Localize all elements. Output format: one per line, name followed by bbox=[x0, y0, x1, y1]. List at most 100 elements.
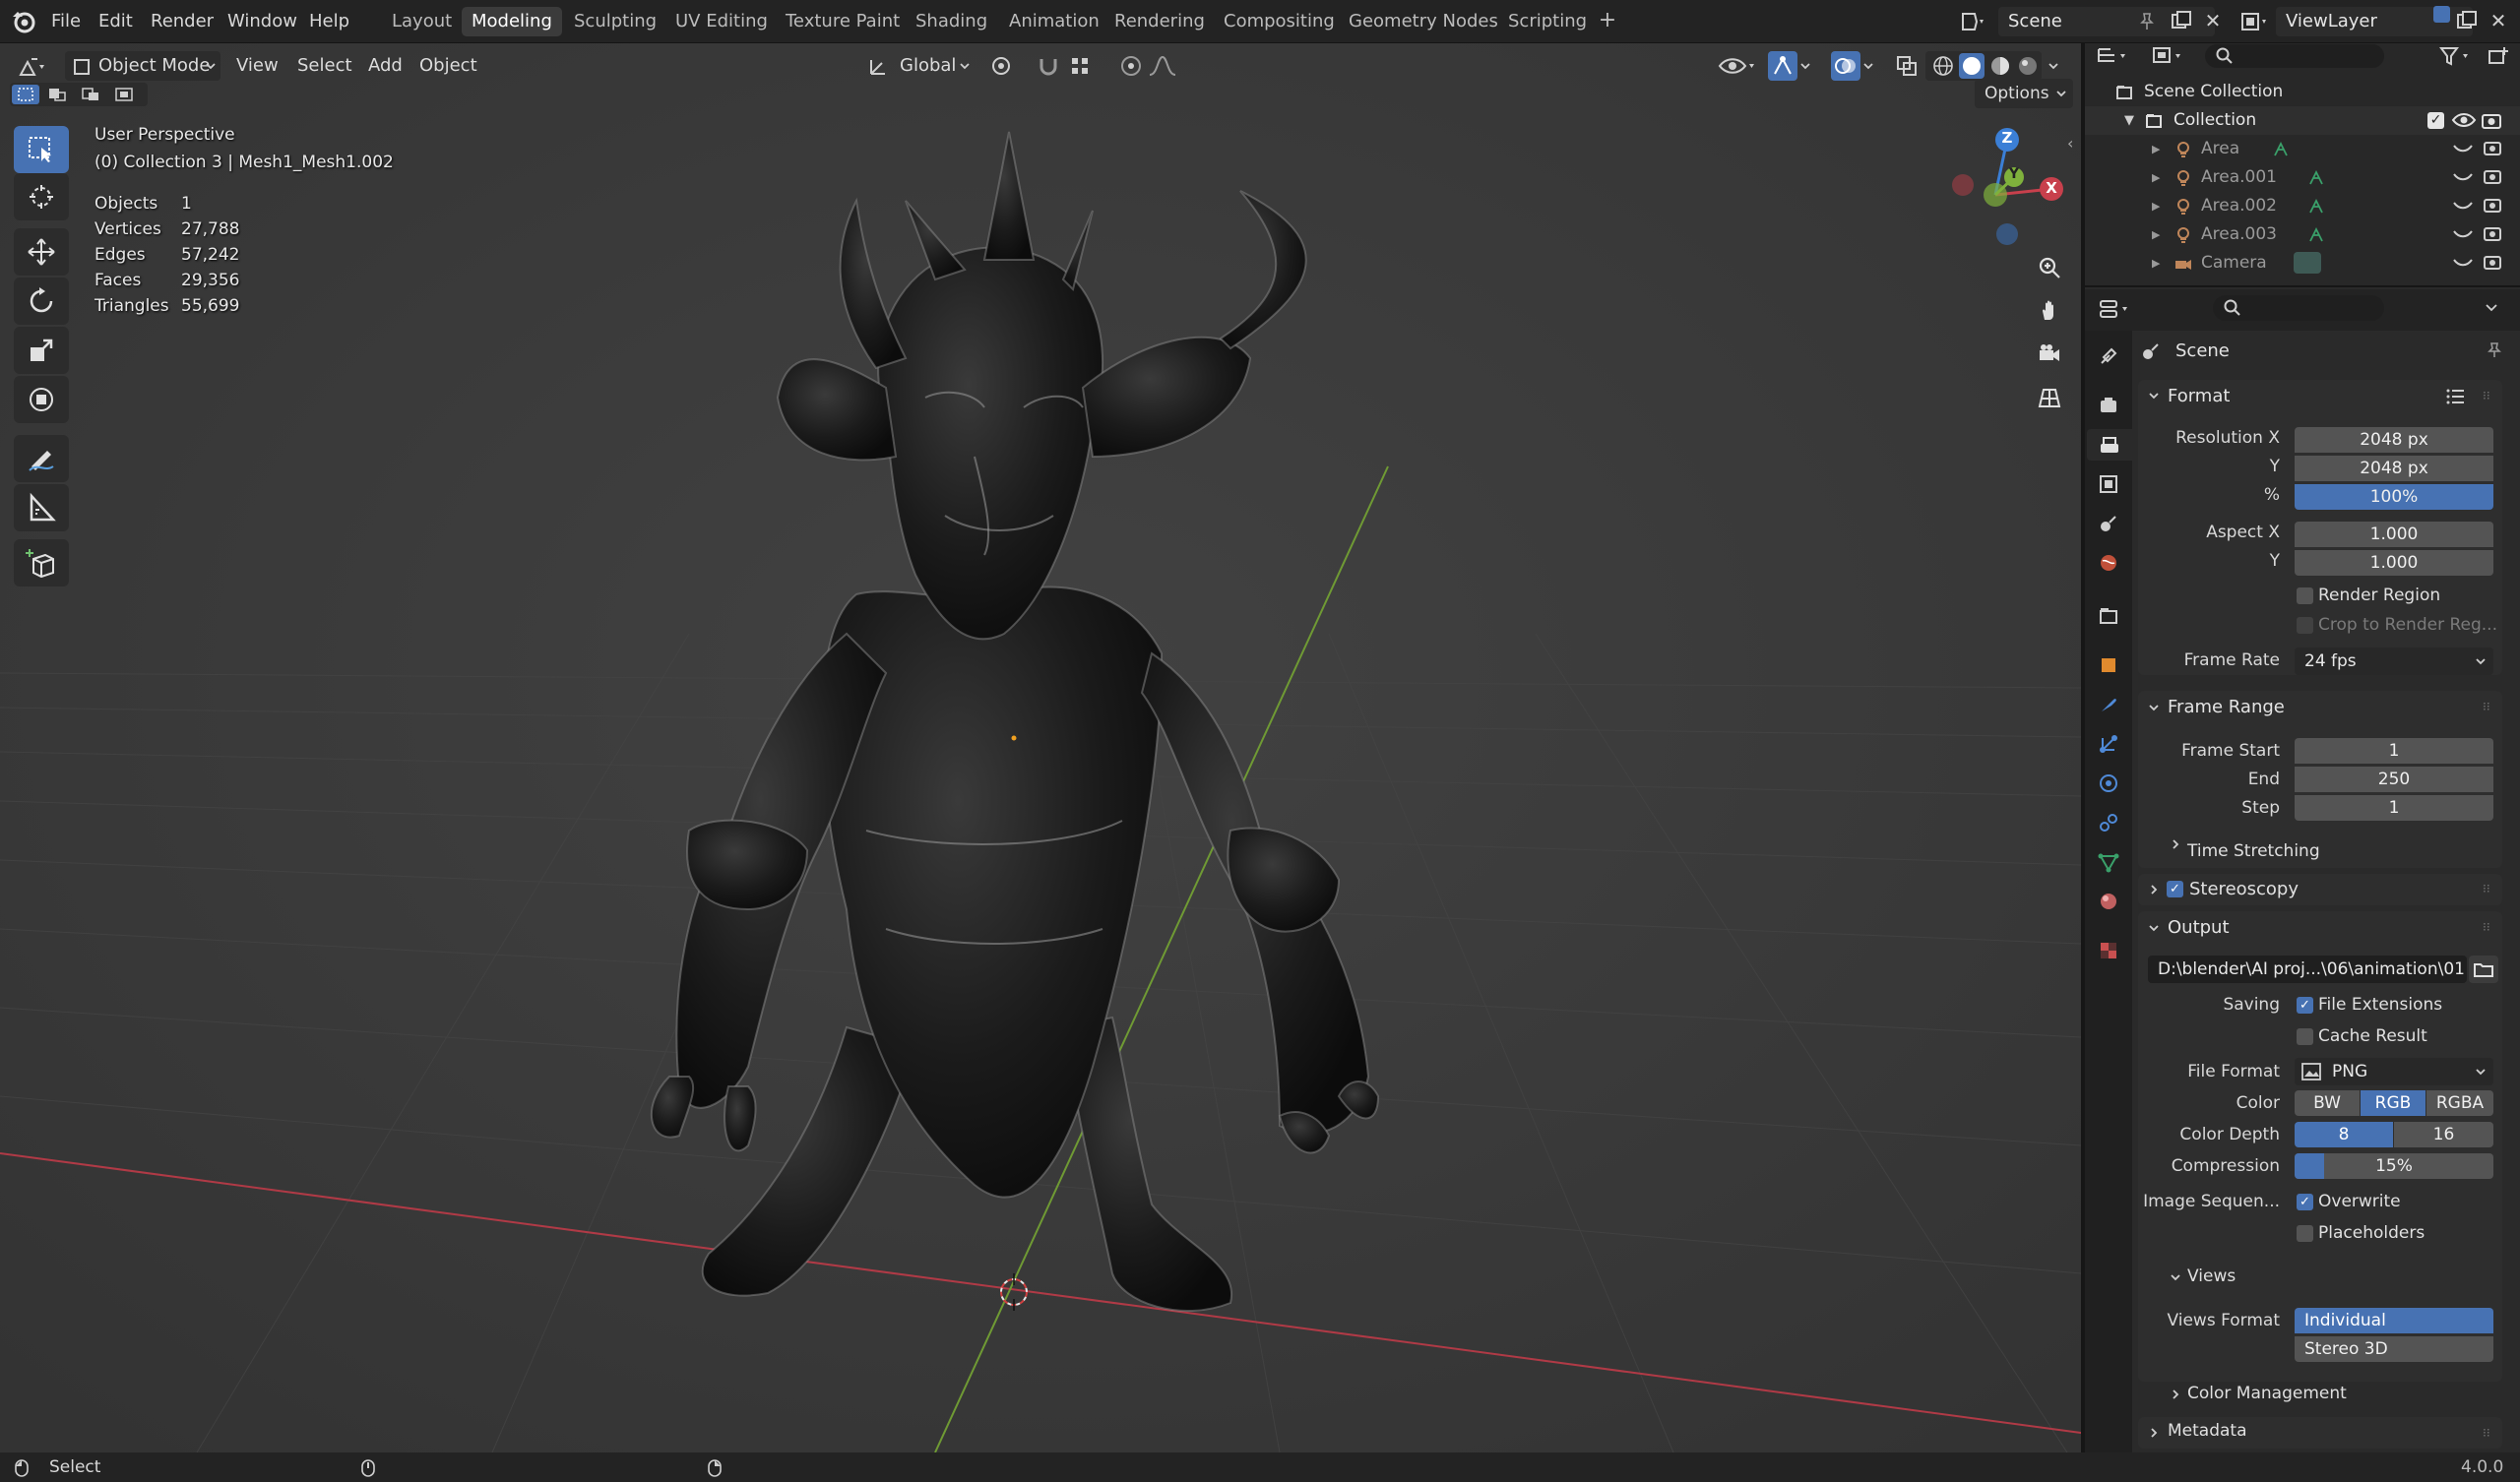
hidden-eye-icon[interactable] bbox=[2451, 197, 2475, 215]
material-properties-tab[interactable] bbox=[2093, 886, 2124, 917]
tool-annotate[interactable] bbox=[14, 435, 69, 482]
menu-window[interactable]: Window bbox=[220, 7, 305, 36]
tab-uv-editing[interactable]: UV Editing bbox=[665, 7, 778, 36]
object-properties-tab[interactable] bbox=[2093, 649, 2124, 681]
camera-data-icon[interactable] bbox=[2294, 252, 2321, 274]
select-invert-icon[interactable] bbox=[110, 85, 138, 104]
render-camera-icon[interactable] bbox=[2483, 138, 2502, 157]
file-extensions-checkbox[interactable]: ✓ bbox=[2297, 997, 2313, 1014]
delete-view-layer-icon[interactable]: ✕ bbox=[2487, 9, 2510, 32]
frame-rate-dropdown[interactable]: 24 fps bbox=[2295, 648, 2493, 675]
output-panel-header[interactable]: Output bbox=[2140, 911, 2500, 945]
expand-right-icon[interactable]: ▶ bbox=[2152, 192, 2160, 220]
resolution-x-field[interactable]: 2048 px bbox=[2295, 427, 2493, 453]
view-layer-properties-tab[interactable] bbox=[2093, 468, 2124, 500]
editor-type-icon[interactable] bbox=[18, 53, 47, 81]
select-subtract-icon[interactable] bbox=[77, 85, 104, 104]
expand-right-icon[interactable]: ▶ bbox=[2152, 135, 2160, 163]
tool-transform[interactable] bbox=[14, 376, 69, 423]
tab-animation[interactable]: Animation bbox=[999, 7, 1109, 36]
scene-selector-icon[interactable] bbox=[1959, 8, 1988, 35]
tool-scale[interactable] bbox=[14, 327, 69, 374]
select-new-icon[interactable] bbox=[12, 85, 39, 104]
new-scene-icon[interactable] bbox=[2170, 9, 2193, 32]
tab-texture-paint[interactable]: Texture Paint bbox=[776, 7, 910, 36]
chevron-down-icon[interactable] bbox=[1862, 60, 1874, 72]
expand-right-icon[interactable]: ▶ bbox=[2152, 220, 2160, 249]
hidden-eye-icon[interactable] bbox=[2451, 168, 2475, 186]
aspect-y-field[interactable]: 1.000 bbox=[2295, 550, 2493, 576]
outliner-search-input[interactable] bbox=[2205, 44, 2384, 68]
color-rgb-option[interactable]: RGB bbox=[2361, 1090, 2426, 1116]
render-camera-icon[interactable] bbox=[2481, 109, 2502, 131]
outliner-scene-collection[interactable]: Scene Collection bbox=[2085, 78, 2520, 106]
hidden-eye-icon[interactable] bbox=[2451, 254, 2475, 272]
color-depth-16-option[interactable]: 16 bbox=[2394, 1122, 2493, 1147]
zoom-icon[interactable] bbox=[2030, 248, 2069, 287]
new-collection-icon[interactable] bbox=[2487, 45, 2510, 67]
frame-start-field[interactable]: 1 bbox=[2295, 738, 2493, 764]
scene-properties-tab[interactable] bbox=[2093, 508, 2124, 539]
time-stretching-subpanel[interactable]: Time Stretching bbox=[2187, 841, 2320, 861]
falloff-icon[interactable] bbox=[1148, 53, 1177, 79]
pin-icon[interactable] bbox=[2136, 11, 2158, 32]
drag-handle-icon[interactable]: ⁝⁝ bbox=[2483, 1426, 2496, 1440]
chevron-right-icon[interactable] bbox=[2170, 838, 2181, 850]
tab-shading[interactable]: Shading bbox=[906, 7, 997, 36]
tab-geometry-nodes[interactable]: Geometry Nodes bbox=[1339, 7, 1508, 36]
tool-select-box[interactable] bbox=[14, 126, 69, 173]
pivot-point-icon[interactable] bbox=[988, 53, 1014, 79]
particles-properties-tab[interactable] bbox=[2093, 728, 2124, 760]
menu-add[interactable]: Add bbox=[360, 51, 410, 81]
collection-checkbox[interactable] bbox=[2433, 6, 2450, 23]
expand-down-icon[interactable]: ▼ bbox=[2124, 106, 2134, 135]
tab-layout[interactable]: Layout bbox=[382, 7, 462, 36]
tool-add-cube[interactable] bbox=[14, 539, 69, 587]
chevron-down-icon[interactable] bbox=[1799, 60, 1811, 72]
chevron-down-icon[interactable] bbox=[2170, 1271, 2181, 1283]
collection-properties-tab[interactable] bbox=[2093, 600, 2124, 632]
delete-scene-icon[interactable]: ✕ bbox=[2201, 9, 2225, 32]
tab-rendering[interactable]: Rendering bbox=[1104, 7, 1215, 36]
drag-handle-icon[interactable]: ⁝⁝ bbox=[2483, 920, 2496, 934]
overlays-icon[interactable] bbox=[1831, 51, 1860, 81]
render-camera-icon[interactable] bbox=[2483, 223, 2502, 243]
render-properties-tab[interactable] bbox=[2093, 390, 2124, 421]
tab-modeling[interactable]: Modeling bbox=[462, 7, 562, 36]
pin-icon[interactable] bbox=[2485, 340, 2504, 360]
resolution-percent-slider[interactable]: 100% bbox=[2295, 484, 2493, 510]
tab-scripting[interactable]: Scripting bbox=[1498, 7, 1597, 36]
snap-icon[interactable] bbox=[1036, 53, 1061, 79]
eye-icon[interactable] bbox=[2451, 109, 2477, 131]
hidden-eye-icon[interactable] bbox=[2451, 225, 2475, 243]
3d-viewport[interactable] bbox=[0, 43, 2081, 1452]
views-stereo-3d-option[interactable]: Stereo 3D bbox=[2295, 1336, 2493, 1362]
color-bw-option[interactable]: BW bbox=[2295, 1090, 2360, 1116]
views-subpanel-header[interactable]: Views bbox=[2187, 1266, 2236, 1286]
frame-step-field[interactable]: 1 bbox=[2295, 795, 2493, 821]
constraints-properties-tab[interactable] bbox=[2093, 807, 2124, 838]
color-rgba-option[interactable]: RGBA bbox=[2426, 1090, 2493, 1116]
tool-move[interactable] bbox=[14, 228, 69, 276]
xray-icon[interactable] bbox=[1894, 53, 1920, 79]
add-workspace-icon[interactable]: + bbox=[1595, 8, 1620, 33]
proportional-edit-icon[interactable] bbox=[1118, 53, 1144, 79]
color-depth-8-option[interactable]: 8 bbox=[2295, 1122, 2393, 1147]
drag-handle-icon[interactable]: ⁝⁝ bbox=[2483, 882, 2496, 895]
visibility-icon[interactable] bbox=[1717, 53, 1758, 79]
color-management-subpanel[interactable]: Color Management bbox=[2187, 1384, 2347, 1403]
expand-right-icon[interactable]: ▶ bbox=[2152, 249, 2160, 278]
tab-sculpting[interactable]: Sculpting bbox=[564, 7, 666, 36]
menu-object[interactable]: Object bbox=[411, 51, 485, 81]
resolution-y-field[interactable]: 2048 px bbox=[2295, 456, 2493, 481]
menu-select[interactable]: Select bbox=[289, 51, 360, 81]
drag-handle-icon[interactable]: ⁝⁝ bbox=[2483, 389, 2496, 402]
chevron-right-icon[interactable] bbox=[2170, 1389, 2181, 1400]
menu-help[interactable]: Help bbox=[301, 7, 357, 36]
cache-result-checkbox[interactable] bbox=[2297, 1028, 2313, 1045]
menu-render[interactable]: Render bbox=[143, 7, 221, 36]
display-mode-icon[interactable] bbox=[2150, 45, 2191, 67]
stereoscopy-checkbox[interactable]: ✓ bbox=[2167, 881, 2183, 897]
chevron-down-icon[interactable] bbox=[2485, 300, 2498, 314]
render-camera-icon[interactable] bbox=[2483, 195, 2502, 215]
